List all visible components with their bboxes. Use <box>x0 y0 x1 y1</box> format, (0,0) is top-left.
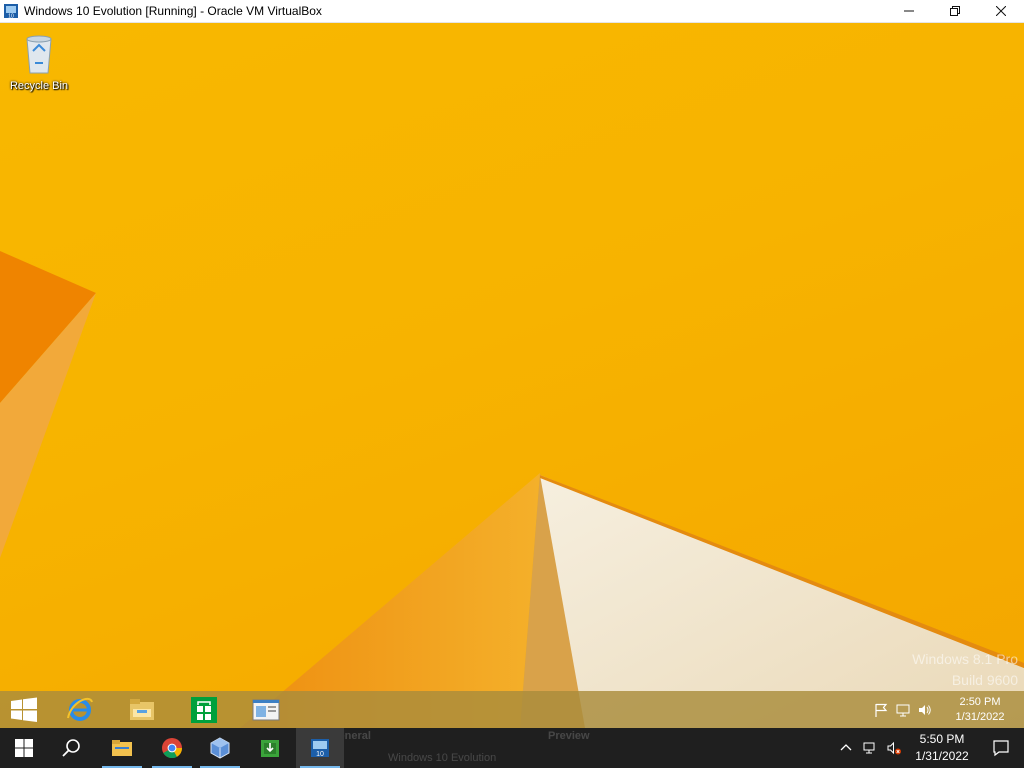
volume-muted-icon <box>887 741 901 755</box>
installer-icon <box>261 740 279 757</box>
guest-tray-network[interactable] <box>892 691 914 728</box>
guest-clock-date: 1/31/2022 <box>955 710 1005 723</box>
host-taskbar: General Windows 10 Evolution Preview 10 … <box>0 728 1024 768</box>
host-taskbar-virtualbox[interactable] <box>196 728 244 768</box>
guest-desktop[interactable]: Recycle Bin Windows 8.1 Pro Build 9600 2… <box>0 23 1024 728</box>
guest-tray-volume[interactable] <box>914 691 936 728</box>
network-icon <box>863 742 875 754</box>
notification-icon <box>993 740 1009 757</box>
minimize-icon <box>904 10 914 12</box>
window-title: Windows 10 Evolution [Running] - Oracle … <box>24 4 322 18</box>
guest-taskbar-app[interactable] <box>246 693 286 726</box>
internet-explorer-icon <box>67 697 93 721</box>
recycle-bin-icon <box>26 35 52 74</box>
host-system-tray: 5:50 PM 1/31/2022 <box>834 728 1024 768</box>
svg-text:10: 10 <box>316 751 324 758</box>
ghost-vm-name: Windows 10 Evolution <box>388 752 497 764</box>
watermark-build: Build 9600 <box>951 672 1018 688</box>
search-icon <box>62 739 80 757</box>
maximize-button[interactable] <box>932 0 978 22</box>
chevron-up-icon <box>840 744 852 751</box>
host-window-titlebar[interactable]: 10 Windows 10 Evolution [Running] - Orac… <box>0 0 1024 23</box>
chrome-icon <box>162 738 183 759</box>
guest-taskbar-file-explorer[interactable] <box>122 693 162 726</box>
host-search-button[interactable] <box>48 728 96 768</box>
svg-text:10: 10 <box>8 14 14 20</box>
guest-clock-time: 2:50 PM <box>959 695 1001 708</box>
guest-taskbar-store[interactable] <box>184 693 224 726</box>
volume-icon <box>919 704 931 715</box>
host-taskbar-vm-window[interactable]: 10 <box>296 728 344 768</box>
start-icon <box>11 697 37 722</box>
minimize-button[interactable] <box>886 0 932 22</box>
host-clock-date: 1/31/2022 <box>915 749 969 763</box>
host-clock-time: 5:50 PM <box>919 732 965 746</box>
host-clock[interactable]: 5:50 PM 1/31/2022 <box>906 731 978 765</box>
host-start-button[interactable] <box>0 728 48 768</box>
guest-start-button[interactable] <box>4 693 44 726</box>
guest-system-tray: 2:50 PM 1/31/2022 <box>870 691 1024 728</box>
ghost-preview-label: Preview <box>548 730 590 742</box>
file-explorer-icon <box>130 698 154 720</box>
close-button[interactable] <box>978 0 1024 22</box>
flag-icon <box>875 703 888 717</box>
host-taskbar-file-explorer[interactable] <box>98 728 146 768</box>
desktop-icon-label: Recycle Bin <box>9 80 69 92</box>
network-icon <box>896 704 910 716</box>
guest-clock[interactable]: 2:50 PM 1/31/2022 <box>936 695 1024 725</box>
virtualbox-icon <box>210 737 230 759</box>
host-tray-network[interactable] <box>858 728 882 768</box>
watermark-edition: Windows 8.1 Pro <box>912 651 1018 667</box>
file-explorer-icon <box>112 740 132 756</box>
show-hidden-icons-button[interactable] <box>834 728 858 768</box>
os-watermark: Windows 8.1 Pro Build 9600 <box>912 649 1018 691</box>
store-icon <box>191 696 217 723</box>
app-window-icon <box>252 699 280 720</box>
host-tray-volume[interactable] <box>882 728 906 768</box>
host-taskbar-chrome[interactable] <box>148 728 196 768</box>
desktop-icon-recycle-bin[interactable]: Recycle Bin <box>6 31 72 92</box>
windows-start-icon <box>15 739 33 757</box>
desktop-wallpaper <box>0 251 1024 728</box>
guest-tray-flag[interactable] <box>870 691 892 728</box>
virtualbox-vm-icon: 10 <box>4 4 18 20</box>
action-center-button[interactable] <box>978 728 1024 768</box>
host-taskbar-installer[interactable] <box>246 728 294 768</box>
maximize-icon <box>950 6 960 16</box>
guest-taskbar: 2:50 PM 1/31/2022 <box>0 691 1024 728</box>
close-icon <box>996 6 1006 16</box>
guest-taskbar-ie[interactable] <box>60 693 100 726</box>
virtualbox-vm-icon: 10 <box>311 739 329 758</box>
